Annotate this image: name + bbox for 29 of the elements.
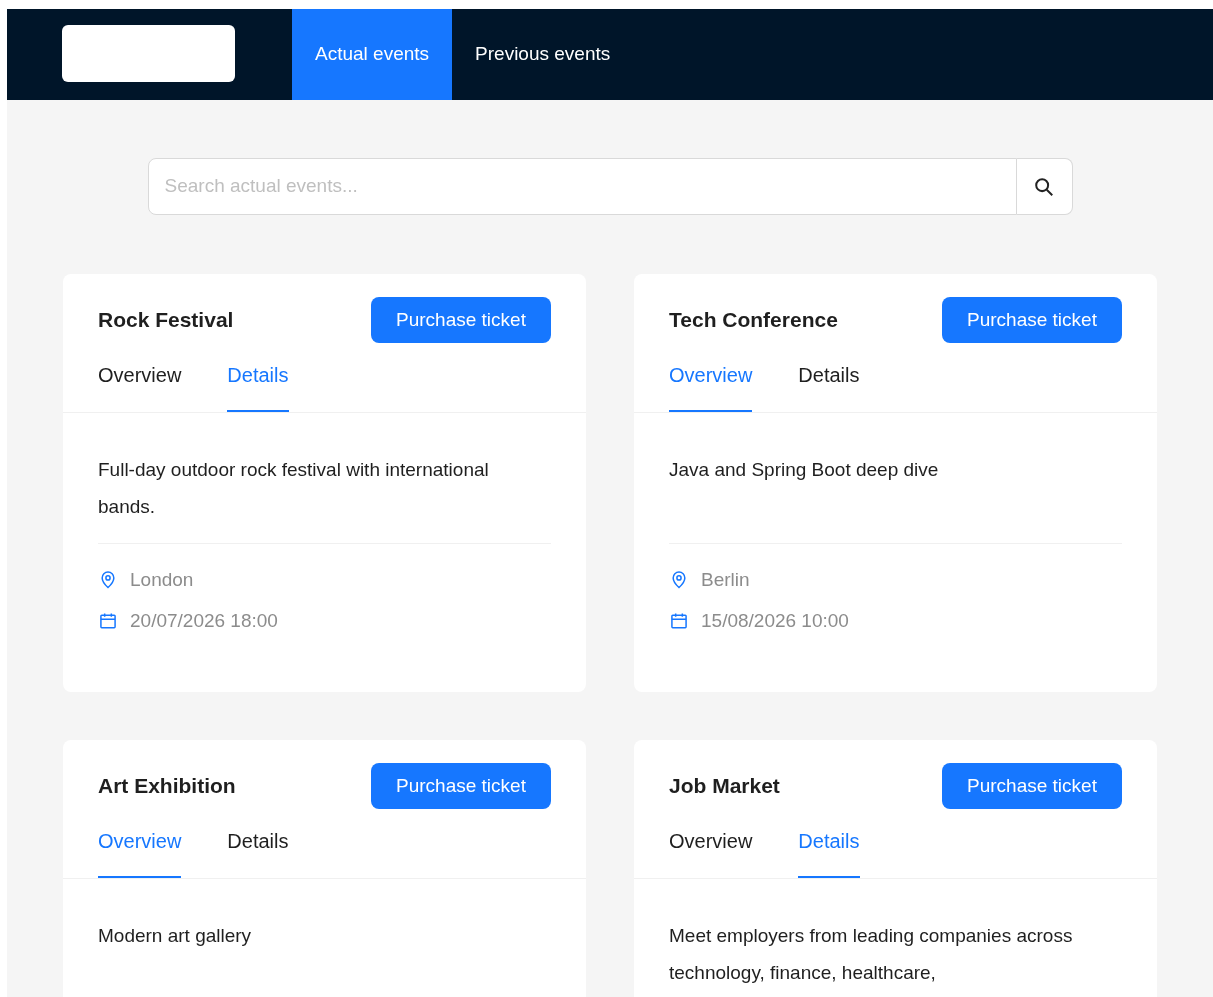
purchase-ticket-button[interactable]: Purchase ticket [371,297,551,343]
card-tab[interactable]: Overview [669,360,753,412]
card-tab[interactable]: Overview [98,826,182,878]
event-title: Job Market [669,773,780,800]
card-tab[interactable]: Details [227,360,289,412]
event-date: 15/08/2026 10:00 [701,608,849,633]
card-tab[interactable]: Overview [669,826,753,878]
card-tab[interactable]: Details [227,826,289,878]
event-title: Tech Conference [669,307,838,334]
event-description: Java and Spring Boot deep dive [669,458,940,482]
event-date: 20/07/2026 18:00 [130,608,278,633]
event-title: Art Exhibition [98,773,236,800]
card-tab[interactable]: Details [798,826,860,878]
search-field[interactable]: Search actual events... [147,158,1017,215]
event-description: Meet employers from leading companies across technology, finance, healthcare, [669,924,1074,985]
purchase-ticket-button[interactable]: Purchase ticket [371,763,551,809]
card-tab[interactable]: Details [798,360,860,412]
nav-tab[interactable]: Actual events [292,9,453,100]
event-location: Berlin [701,568,750,592]
nav-tab[interactable]: Previous events [452,9,634,100]
purchase-ticket-button[interactable]: Purchase ticket [942,297,1122,343]
purchase-ticket-button[interactable]: Purchase ticket [942,763,1122,809]
event-title: Rock Festival [98,307,234,334]
event-description: Full-day outdoor rock festival with international bands. [98,458,490,519]
event-description: Modern art gallery [98,924,253,948]
card-tab[interactable]: Overview [98,360,182,412]
search-button[interactable] [1016,158,1073,215]
event-location: London [130,568,194,592]
search-icon [1033,175,1055,198]
